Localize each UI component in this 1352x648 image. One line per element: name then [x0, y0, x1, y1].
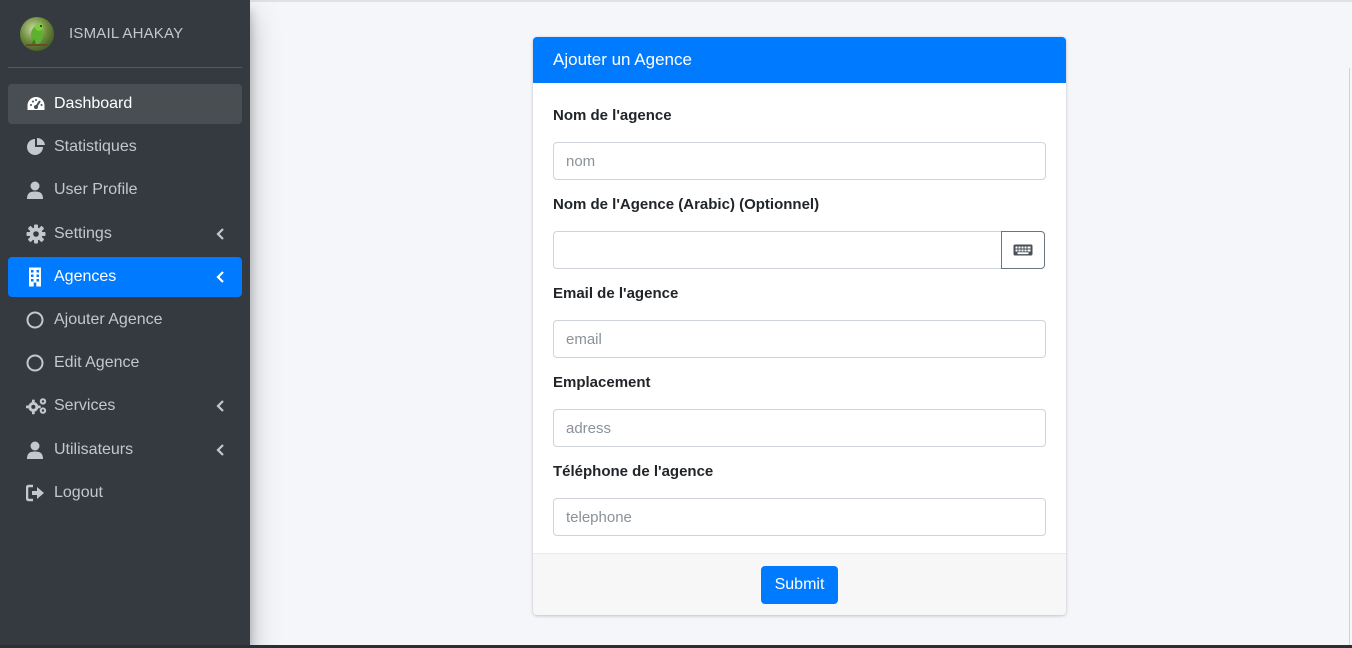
circle-icon [26, 353, 48, 373]
card-header: Ajouter un Agence [533, 37, 1066, 83]
email-input[interactable] [553, 320, 1046, 358]
sidebar-item-label: Logout [54, 483, 103, 501]
content-right-border [1349, 68, 1350, 648]
sidebar-item-agences[interactable]: Agences [8, 256, 242, 297]
circle-icon [26, 310, 48, 330]
sidebar-item-label: Services [54, 397, 116, 415]
nom-arabic-label: Nom de l'Agence (Arabic) (Optionnel) [553, 196, 820, 213]
add-agence-card: Ajouter un Agence Nom de l'agence Nom de… [533, 37, 1066, 615]
sidebar-item-settings[interactable]: Settings [8, 214, 242, 254]
gear-icon [26, 224, 48, 244]
field-nom-arabic: Nom de l'Agence (Arabic) (Optionnel) [553, 196, 1046, 269]
sidebar-item-label: Ajouter Agence [54, 310, 163, 328]
nom-arabic-input[interactable] [553, 231, 1002, 269]
nom-label: Nom de l'agence [553, 107, 672, 124]
sidebar-nav: Dashboard Statistiques User Profile Sett… [8, 84, 242, 516]
sidebar-item-logout[interactable]: Logout [8, 473, 242, 513]
chart-pie-icon [26, 137, 48, 157]
field-email: Email de l'agence [553, 285, 1046, 358]
card-body: Nom de l'agence Nom de l'Agence (Arabic)… [533, 83, 1066, 536]
card-footer: Submit [533, 553, 1066, 615]
telephone-input[interactable] [553, 498, 1046, 536]
user-icon [26, 180, 48, 200]
sidebar-item-label: Statistiques [54, 138, 137, 156]
field-telephone: Téléphone de l'agence [553, 463, 1046, 536]
sidebar-item-utilisateurs[interactable]: Utilisateurs [8, 430, 242, 470]
user-panel[interactable]: ISMAIL AHAKAY [8, 0, 242, 68]
chevron-left-icon [216, 400, 224, 413]
gears-icon [26, 396, 48, 416]
sidebar-item-label: Dashboard [54, 95, 133, 112]
sidebar-item-label: User Profile [54, 181, 138, 199]
field-nom: Nom de l'agence [553, 107, 1046, 180]
virtual-keyboard-button[interactable] [1001, 231, 1045, 269]
top-border [250, 0, 1352, 2]
sidebar-item-label: Edit Agence [54, 354, 140, 372]
user-icon [26, 440, 48, 460]
avatar [20, 16, 54, 51]
sidebar-item-statistiques[interactable]: Statistiques [8, 127, 242, 167]
telephone-label: Téléphone de l'agence [553, 463, 714, 480]
nom-arabic-input-group [553, 231, 1046, 269]
sidebar-item-label: Agences [54, 267, 117, 285]
emplacement-input[interactable] [553, 409, 1046, 447]
submit-button[interactable]: Submit [760, 565, 839, 604]
sidebar-item-dashboard[interactable]: Dashboard [8, 84, 242, 124]
sidebar-item-ajouter-agence[interactable]: Ajouter Agence [8, 300, 242, 340]
sidebar-item-user-profile[interactable]: User Profile [8, 170, 242, 210]
chevron-left-icon [216, 227, 224, 240]
sign-out-icon [26, 483, 48, 503]
email-label: Email de l'agence [553, 285, 679, 302]
sidebar-item-label: Settings [54, 224, 112, 242]
chevron-left-icon [216, 270, 224, 283]
sidebar-item-label: Utilisateurs [54, 440, 134, 458]
tachometer-icon [26, 94, 48, 114]
emplacement-label: Emplacement [553, 374, 651, 391]
field-emplacement: Emplacement [553, 374, 1046, 447]
card-title: Ajouter un Agence [553, 50, 692, 69]
building-icon [26, 267, 48, 287]
chevron-left-icon [216, 443, 224, 456]
user-name: ISMAIL AHAKAY [69, 25, 184, 42]
sidebar: ISMAIL AHAKAY Dashboard Statistiques Use… [0, 0, 250, 648]
keyboard-icon [1013, 244, 1033, 256]
nom-input[interactable] [553, 142, 1046, 180]
sidebar-item-edit-agence[interactable]: Edit Agence [8, 343, 242, 383]
sidebar-item-services[interactable]: Services [8, 386, 242, 426]
